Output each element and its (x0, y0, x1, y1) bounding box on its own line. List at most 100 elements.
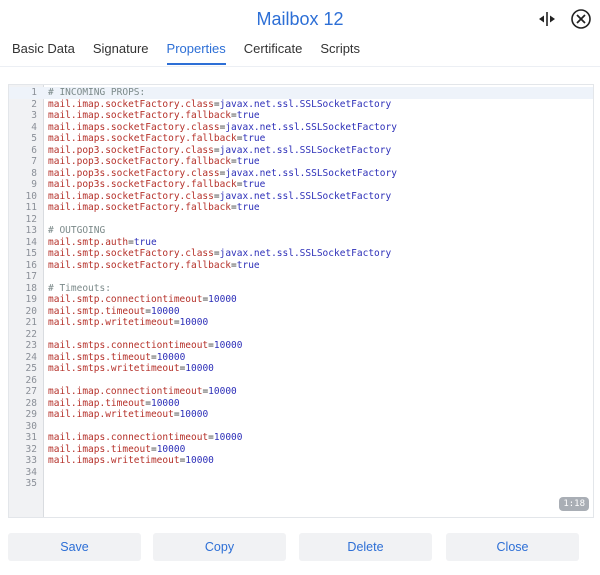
code-line: 18 # Timeouts: (9, 283, 593, 295)
code-line: 25 mail.smtps.writetimeout=10000 (9, 363, 593, 375)
property-value: true (242, 179, 266, 190)
property-value: javax.net.ssl.SSLSocketFactory (225, 167, 397, 179)
property-value: 10000 (213, 340, 243, 351)
line-code: mail.imaps.socketFactory.fallback=true (39, 133, 265, 145)
code-line: 6 mail.pop3.socketFactory.class=javax.net… (9, 145, 593, 157)
code-lines[interactable]: 1 # INCOMING PROPS: 2 mail.imap.socketFacto… (9, 87, 593, 490)
property-key: mail.imap.connectiontimeout (48, 386, 203, 397)
line-code: mail.imap.socketFactory.fallback=true (39, 202, 260, 214)
close-icon[interactable] (570, 8, 592, 30)
code-comment: # OUTGOING (48, 225, 106, 236)
code-line: 2 mail.imap.socketFactory.class=javax.net… (9, 99, 593, 111)
line-code: mail.smtp.writetimeout=10000 (39, 317, 208, 329)
line-number: 9 (31, 179, 37, 190)
tab-properties[interactable]: Properties (158, 41, 235, 65)
property-key: mail.imap.socketFactory.class (48, 190, 214, 202)
line-code: mail.imaps.connectiontimeout=10000 (39, 432, 243, 444)
property-key: mail.smtp.auth (48, 236, 129, 248)
line-number: 27 (25, 386, 37, 397)
property-value: 10000 (208, 386, 237, 397)
line-number: 24 (25, 351, 37, 363)
line-number: 8 (31, 167, 37, 179)
tab-signature[interactable]: Signature (84, 41, 158, 65)
line-code: mail.imap.socketFactory.class=javax.net.… (39, 191, 391, 203)
line-number: 25 (25, 363, 37, 374)
line-number: 5 (31, 133, 37, 144)
line-code: mail.imap.writetimeout=10000 (39, 409, 208, 421)
line-number: 3 (31, 110, 37, 121)
line-code: mail.smtps.connectiontimeout=10000 (39, 340, 243, 352)
line-code: mail.pop3.socketFactory.class=javax.net.… (39, 145, 391, 157)
property-key: mail.imaps.timeout (48, 443, 151, 455)
code-line: 22 (9, 329, 593, 341)
line-number: 23 (25, 340, 37, 351)
line-code: mail.smtps.timeout=10000 (39, 352, 185, 364)
code-line: 32 mail.imaps.timeout=10000 (9, 444, 593, 456)
code-line: 29 mail.imap.writetimeout=10000 (9, 409, 593, 421)
line-number: 26 (25, 374, 37, 386)
line-code: # INCOMING PROPS: (39, 87, 145, 99)
tab-certificate[interactable]: Certificate (235, 41, 312, 65)
close-button[interactable]: Close (446, 533, 579, 561)
code-line: 4 mail.imaps.socketFactory.class=javax.ne… (9, 122, 593, 134)
copy-button[interactable]: Copy (153, 533, 286, 561)
code-line: 16 mail.smtp.socketFactory.fallback=true (9, 260, 593, 272)
line-number: 1 (31, 87, 37, 98)
property-value: 10000 (179, 409, 209, 420)
line-number: 6 (31, 144, 37, 156)
save-button[interactable]: Save (8, 533, 141, 561)
line-number: 33 (25, 455, 37, 466)
tab-basic-data[interactable]: Basic Data (12, 41, 84, 65)
line-code: mail.smtp.socketFactory.class=javax.net.… (39, 248, 391, 260)
line-number: 12 (25, 213, 37, 225)
code-line: 33 mail.imaps.writetimeout=10000 (9, 455, 593, 467)
line-number: 35 (25, 478, 37, 489)
property-key: mail.pop3.socketFactory.fallback (48, 156, 232, 167)
tab-bar: Basic Data Signature Properties Certific… (12, 41, 369, 65)
property-key: mail.imap.socketFactory.class (48, 98, 214, 110)
property-value: javax.net.ssl.SSLSocketFactory (225, 121, 397, 133)
line-number: 11 (25, 202, 37, 213)
property-key: mail.imap.socketFactory.fallback (48, 110, 232, 121)
property-key: mail.smtps.connectiontimeout (48, 340, 209, 351)
line-number: 7 (31, 156, 37, 167)
property-value: true (236, 156, 260, 167)
code-line: 12 (9, 214, 593, 226)
code-line: 20 mail.smtp.timeout=10000 (9, 306, 593, 318)
property-key: mail.smtp.socketFactory.fallback (48, 259, 232, 271)
code-line: 1 # INCOMING PROPS: (9, 87, 593, 99)
code-line: 23 mail.smtps.connectiontimeout=10000 (9, 340, 593, 352)
property-value: 10000 (208, 294, 237, 305)
line-code: mail.pop3s.socketFactory.fallback=true (39, 179, 265, 191)
delete-button[interactable]: Delete (299, 533, 432, 561)
property-key: mail.smtps.timeout (48, 351, 151, 363)
properties-code-editor[interactable]: 1 # INCOMING PROPS: 2 mail.imap.socketFacto… (8, 84, 594, 518)
line-code: mail.smtps.writetimeout=10000 (39, 363, 214, 375)
code-line: 15 mail.smtp.socketFactory.class=javax.ne… (9, 248, 593, 260)
line-code: mail.imap.connectiontimeout=10000 (39, 386, 237, 398)
line-code: mail.pop3s.socketFactory.class=javax.net… (39, 168, 397, 180)
property-value: true (236, 202, 260, 213)
resize-horizontal-icon[interactable] (538, 10, 556, 28)
line-code: mail.smtp.connectiontimeout=10000 (39, 294, 237, 306)
cursor-position-badge: 1:18 (559, 497, 589, 511)
code-line: 14 mail.smtp.auth=true (9, 237, 593, 249)
property-key: mail.smtp.connectiontimeout (48, 294, 203, 305)
line-code: mail.smtp.timeout=10000 (39, 306, 180, 318)
line-code: mail.imap.timeout=10000 (39, 398, 180, 410)
code-line: 3 mail.imap.socketFactory.fallback=true (9, 110, 593, 122)
line-number: 31 (25, 432, 37, 443)
line-number: 20 (25, 305, 37, 317)
line-number: 15 (25, 248, 37, 259)
code-line: 5 mail.imaps.socketFactory.fallback=true (9, 133, 593, 145)
line-number: 2 (31, 98, 37, 110)
code-line: 35 (9, 478, 593, 490)
line-number: 10 (25, 190, 37, 202)
line-code: mail.imaps.writetimeout=10000 (39, 455, 214, 467)
property-key: mail.imaps.socketFactory.fallback (48, 133, 237, 144)
code-comment: # INCOMING PROPS: (48, 87, 146, 98)
code-line: 31 mail.imaps.connectiontimeout=10000 (9, 432, 593, 444)
tab-scripts[interactable]: Scripts (311, 41, 369, 65)
